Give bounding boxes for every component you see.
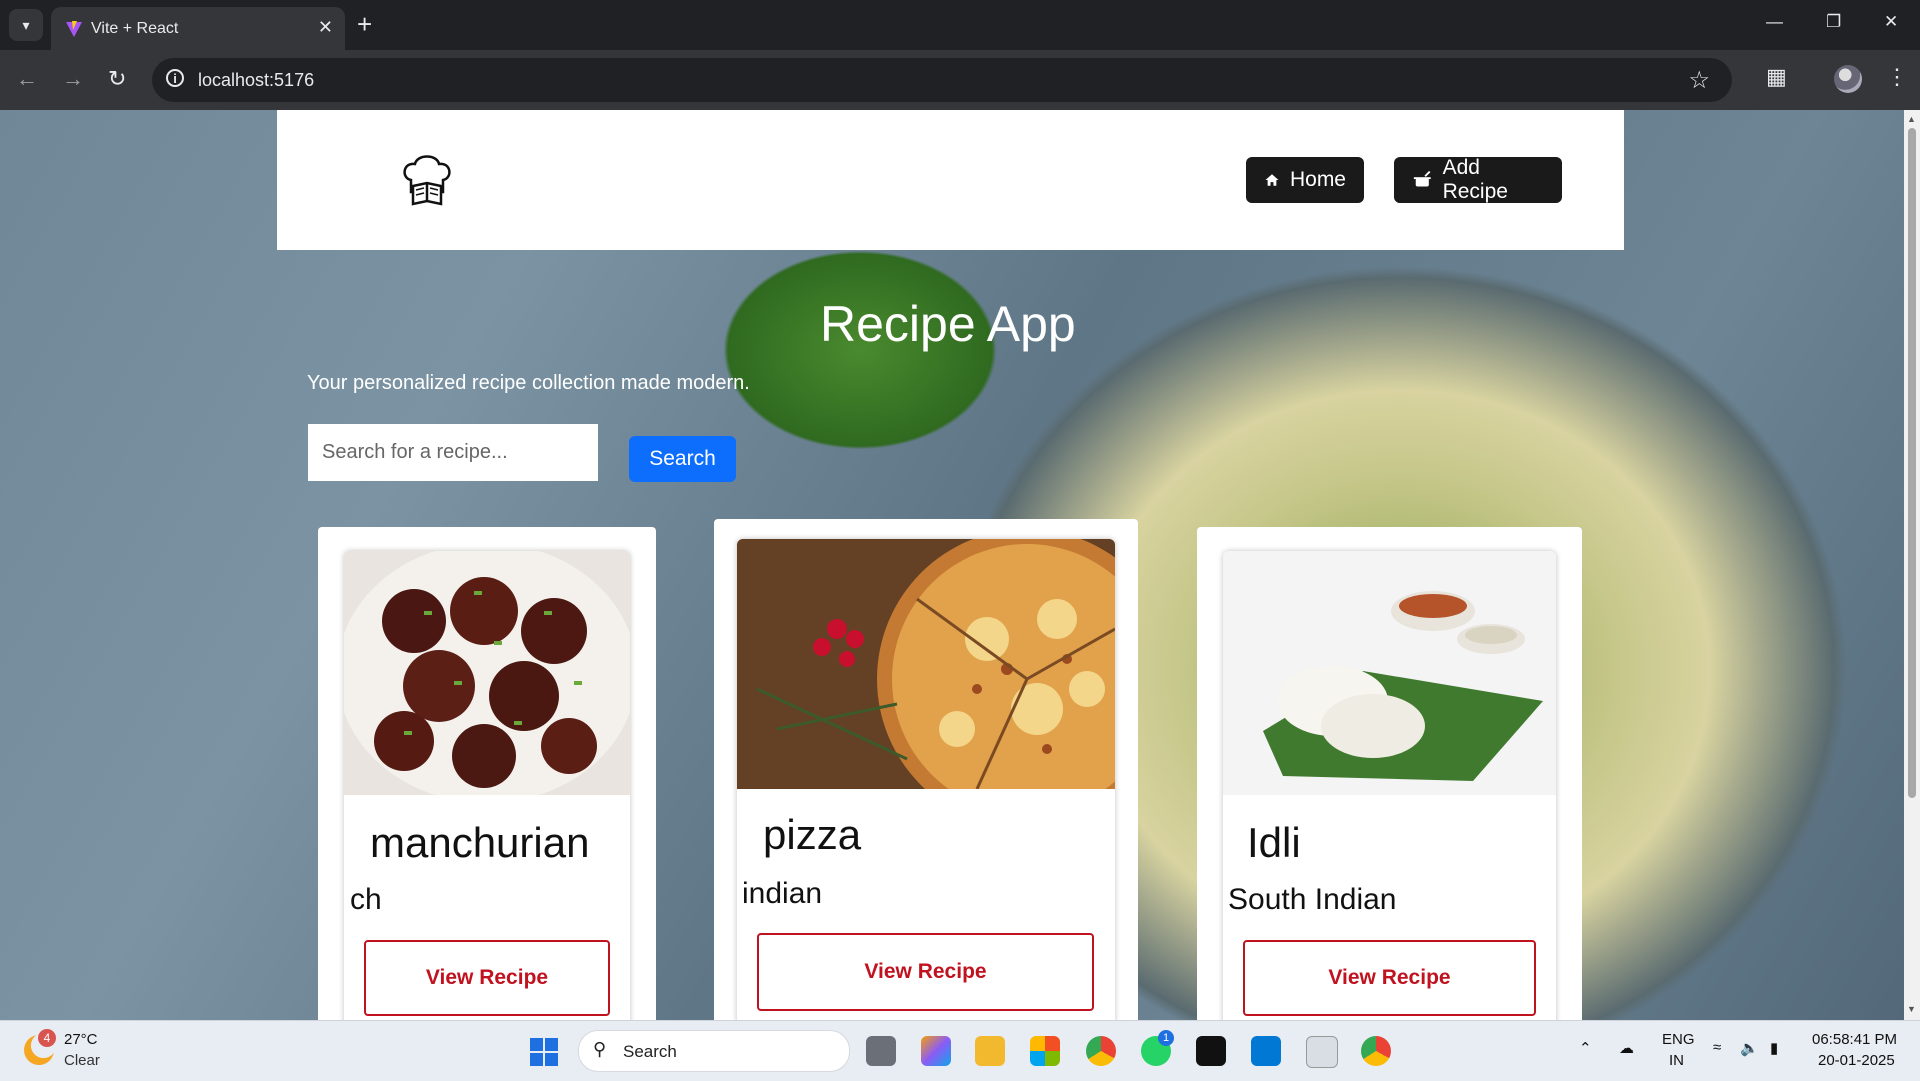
show-hidden-icons-icon[interactable]: ⌃: [1579, 1039, 1592, 1057]
browser-menu-icon[interactable]: ⋮: [1886, 64, 1908, 90]
recipe-name: manchurian: [370, 819, 590, 866]
idli-image: [1223, 551, 1556, 795]
clock-time[interactable]: 06:58:41 PM: [1812, 1031, 1897, 1048]
file-explorer-icon[interactable]: [975, 1036, 1005, 1066]
scrollbar-thumb[interactable]: [1908, 128, 1916, 798]
whatsapp-badge: 1: [1158, 1030, 1174, 1046]
tab-title: Vite + React: [91, 20, 179, 37]
microsoft-store-icon[interactable]: [1030, 1036, 1060, 1066]
pizza-image: [737, 539, 1115, 789]
page-title: Recipe App: [820, 296, 1076, 352]
recipe-card: manchurian ch View Recipe: [344, 551, 630, 1020]
weather-condition[interactable]: Clear: [64, 1052, 100, 1069]
search-button[interactable]: Search: [629, 436, 736, 482]
recipe-cuisine: ch: [350, 883, 382, 916]
recipe-card: pizza indian View Recipe: [737, 539, 1115, 1020]
scroll-down-icon[interactable]: ▼: [1907, 1004, 1916, 1014]
search-icon: ⚲: [593, 1039, 607, 1059]
extensions-icon[interactable]: ▦: [1766, 64, 1787, 90]
add-recipe-label: Add Recipe: [1442, 156, 1508, 203]
clock-date[interactable]: 20-01-2025: [1818, 1052, 1895, 1069]
reload-icon[interactable]: ↻: [108, 66, 126, 92]
address-bar[interactable]: i localhost:5176 ☆: [152, 58, 1732, 102]
recipe-card: Idli South Indian View Recipe: [1223, 551, 1556, 1020]
scroll-up-icon[interactable]: ▲: [1907, 114, 1916, 124]
new-tab-button[interactable]: +: [357, 10, 372, 38]
site-info-icon[interactable]: i: [166, 69, 184, 87]
page-viewport: Home Add Recipe Recipe App Your personal…: [0, 110, 1904, 1020]
add-recipe-nav-button[interactable]: Add Recipe: [1394, 156, 1562, 203]
browser-tab[interactable]: Vite + React ✕: [51, 7, 345, 50]
chrome-icon[interactable]: [1086, 1036, 1116, 1066]
home-icon: [1265, 174, 1279, 186]
language-bottom[interactable]: IN: [1669, 1052, 1684, 1069]
taskbar-search-box[interactable]: ⚲ Search: [578, 1030, 850, 1072]
profile-avatar[interactable]: [1834, 65, 1862, 93]
battery-icon[interactable]: ▮: [1770, 1039, 1778, 1057]
recipe-cuisine: South Indian: [1228, 883, 1397, 916]
url-text[interactable]: localhost:5176: [198, 70, 314, 91]
bookmark-star-icon[interactable]: ☆: [1688, 66, 1710, 95]
recipe-name: pizza: [763, 811, 862, 858]
copilot-icon[interactable]: [921, 1036, 951, 1066]
close-window-icon[interactable]: ✕: [1884, 12, 1898, 32]
taskbar-search-label: Search: [623, 1042, 677, 1061]
volume-icon[interactable]: 🔈: [1740, 1039, 1759, 1057]
minimize-icon[interactable]: —: [1766, 12, 1783, 32]
home-label: Home: [1289, 168, 1346, 191]
vscode-icon[interactable]: [1251, 1036, 1281, 1066]
weather-badge: 4: [38, 1029, 56, 1047]
task-view-icon[interactable]: [866, 1036, 896, 1066]
onedrive-icon[interactable]: ☁: [1619, 1039, 1634, 1057]
view-recipe-button[interactable]: View Recipe: [1243, 940, 1536, 1016]
vite-favicon-icon: [66, 21, 82, 37]
home-nav-button[interactable]: Home: [1246, 157, 1364, 203]
windows-start-icon[interactable]: [530, 1038, 558, 1066]
browser-toolbar: ← → ↻ i localhost:5176 ☆ ▦ ⋮: [0, 50, 1920, 110]
page-tagline: Your personalized recipe collection made…: [307, 372, 750, 394]
windows-taskbar: 4 27°C Clear ⚲ Search 1 ⌃ ☁ ENG IN ≈ 🔈 ▮…: [0, 1020, 1920, 1081]
language-top[interactable]: ENG: [1662, 1031, 1695, 1048]
recipe-search-input[interactable]: [308, 424, 598, 481]
back-icon[interactable]: ←: [16, 66, 38, 92]
page-scrollbar[interactable]: ▲ ▼: [1904, 110, 1920, 1020]
snipping-tool-icon[interactable]: [1306, 1036, 1338, 1068]
restore-icon[interactable]: ❐: [1826, 12, 1841, 32]
view-recipe-button[interactable]: View Recipe: [364, 940, 610, 1016]
recipe-cuisine: indian: [742, 877, 823, 910]
chef-hat-book-logo-icon[interactable]: [397, 150, 457, 210]
browser-tab-bar: ▾ Vite + React ✕ + — ❐ ✕: [0, 0, 1920, 50]
tab-close-icon[interactable]: ✕: [318, 17, 333, 38]
view-recipe-button[interactable]: View Recipe: [757, 933, 1094, 1011]
manchurian-image: [344, 551, 630, 795]
forward-icon[interactable]: →: [62, 66, 84, 92]
wifi-icon[interactable]: ≈: [1713, 1039, 1721, 1056]
chrome-profile-icon[interactable]: [1361, 1036, 1391, 1066]
cooking-pot-icon: [1413, 170, 1431, 187]
tab-search-menu-button[interactable]: ▾: [9, 9, 43, 41]
recipe-name: Idli: [1247, 819, 1301, 866]
weather-temperature[interactable]: 27°C: [64, 1031, 98, 1048]
tradingview-icon[interactable]: [1196, 1036, 1226, 1066]
site-header: Home Add Recipe: [277, 110, 1624, 250]
